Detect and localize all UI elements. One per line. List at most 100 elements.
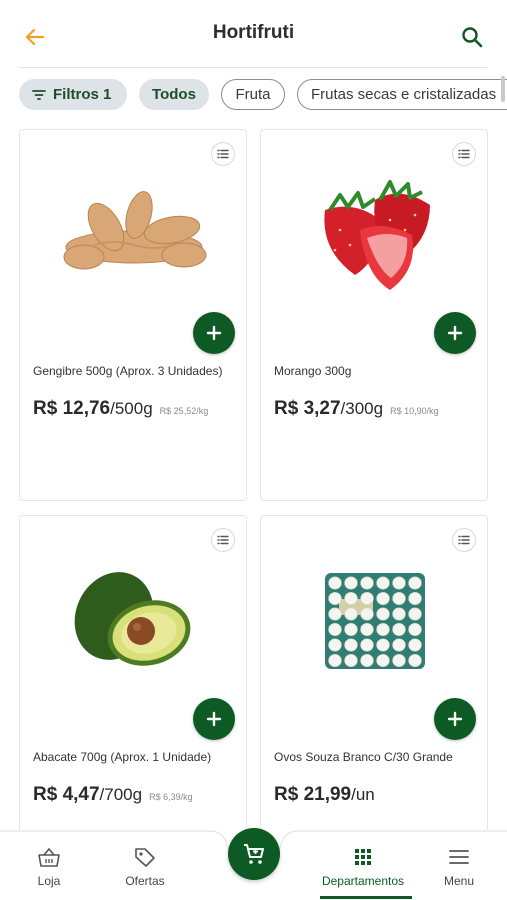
egg (360, 607, 374, 621)
product-card[interactable]: Morango 300g R$ 3,27 /300g R$ 10,90/kg (260, 129, 488, 501)
egg (392, 591, 406, 605)
nav-menu[interactable]: Menu (437, 846, 481, 888)
product-price: R$ 12,76 (33, 398, 111, 419)
grid-icon (355, 849, 371, 865)
basket-icon (38, 848, 60, 867)
egg (328, 607, 342, 621)
add-to-cart-button[interactable] (434, 312, 476, 354)
filters-chip-label: Filtros (53, 86, 99, 103)
egg (344, 576, 358, 590)
product-name: Abacate 700g (Aprox. 1 Unidade) (33, 750, 212, 764)
product-unit: /700g (99, 785, 143, 804)
filter-icon (32, 89, 46, 100)
search-button[interactable] (455, 20, 489, 54)
product-unit: /500g (110, 399, 153, 418)
egg (344, 607, 358, 621)
nav-label: Menu (443, 874, 475, 888)
egg (328, 654, 342, 668)
egg (344, 654, 358, 668)
egg (408, 607, 422, 621)
add-to-cart-button[interactable] (193, 312, 235, 354)
product-price: R$ 3,27 (274, 398, 341, 419)
egg (376, 607, 390, 621)
product-price: R$ 21,99 (274, 784, 352, 805)
product-image-eggs (281, 536, 469, 706)
nav-label: Loja (37, 874, 61, 888)
product-image-avocado (40, 536, 228, 706)
egg (392, 576, 406, 590)
nav-label: Ofertas (125, 874, 165, 888)
tag-icon (135, 848, 155, 867)
add-to-cart-button[interactable] (434, 698, 476, 740)
page-title: Hortifruti (212, 22, 295, 43)
egg (344, 622, 358, 636)
chip-todos[interactable]: Todos (139, 79, 209, 110)
top-app-bar: Hortifruti (0, 0, 507, 68)
price-row: R$ 3,27 /300g R$ 10,90/kg (274, 398, 481, 420)
price-per-kg: R$ 10,90/kg (390, 406, 439, 416)
egg (344, 591, 358, 605)
egg (408, 591, 422, 605)
nav-label: Departamentos (321, 874, 405, 888)
product-image-ginger (40, 150, 228, 320)
price-row: R$ 21,99 /un (274, 784, 481, 806)
egg (328, 622, 342, 636)
menu-icon (449, 850, 469, 864)
egg (408, 622, 422, 636)
product-card[interactable]: Gengibre 500g (Aprox. 3 Unidades) R$ 12,… (19, 129, 247, 501)
nav-loja[interactable]: Loja (29, 846, 69, 888)
egg (328, 576, 342, 590)
egg (328, 591, 342, 605)
egg (408, 576, 422, 590)
add-to-cart-button[interactable] (193, 698, 235, 740)
chip-fruta[interactable]: Fruta (221, 79, 285, 110)
chip-label: Frutas secas e cristalizadas (311, 86, 497, 103)
egg (328, 638, 342, 652)
plus-icon (206, 711, 222, 727)
product-name: Gengibre 500g (Aprox. 3 Unidades) (33, 364, 223, 378)
egg (392, 638, 406, 652)
nav-active-indicator (320, 896, 412, 899)
egg (392, 607, 406, 621)
nav-departamentos[interactable]: Departamentos (316, 846, 410, 888)
price-row: R$ 12,76 /500g R$ 25,52/kg (33, 398, 240, 420)
product-name: Morango 300g (274, 364, 352, 378)
product-image-strawberry (281, 150, 469, 320)
egg (376, 638, 390, 652)
filters-count: 1 (103, 86, 112, 103)
egg (376, 576, 390, 590)
egg (408, 638, 422, 652)
search-icon (462, 27, 483, 48)
egg (376, 591, 390, 605)
chip-frutas-secas[interactable]: Frutas secas e cristalizadas (297, 79, 507, 110)
plus-icon (447, 325, 463, 341)
price-row: R$ 4,47 /700g R$ 6,39/kg (33, 784, 240, 806)
egg (360, 654, 374, 668)
product-unit: /un (351, 785, 375, 804)
header-divider (20, 67, 487, 68)
chip-label: Todos (152, 86, 196, 103)
plus-icon (447, 711, 463, 727)
egg (344, 638, 358, 652)
price-per-kg: R$ 6,39/kg (149, 792, 193, 802)
product-unit: /300g (340, 399, 384, 418)
egg (376, 654, 390, 668)
egg (408, 654, 422, 668)
nav-ofertas[interactable]: Ofertas (119, 846, 171, 888)
egg (376, 622, 390, 636)
cart-button[interactable] (228, 828, 280, 880)
product-price: R$ 4,47 (33, 784, 100, 805)
egg (360, 638, 374, 652)
plus-icon (206, 325, 222, 341)
filters-chip[interactable]: Filtros 1 (19, 79, 127, 110)
egg (360, 591, 374, 605)
egg (392, 654, 406, 668)
cart-icon (244, 844, 264, 864)
egg (360, 576, 374, 590)
egg (392, 622, 406, 636)
egg (360, 622, 374, 636)
price-per-kg: R$ 25,52/kg (159, 406, 209, 416)
chips-scrollbar[interactable] (501, 76, 505, 102)
filter-chip-row: Filtros 1 Todos Fruta Frutas secas e cri… (0, 79, 507, 113)
product-name: Ovos Souza Branco C/30 Grande (274, 750, 453, 764)
